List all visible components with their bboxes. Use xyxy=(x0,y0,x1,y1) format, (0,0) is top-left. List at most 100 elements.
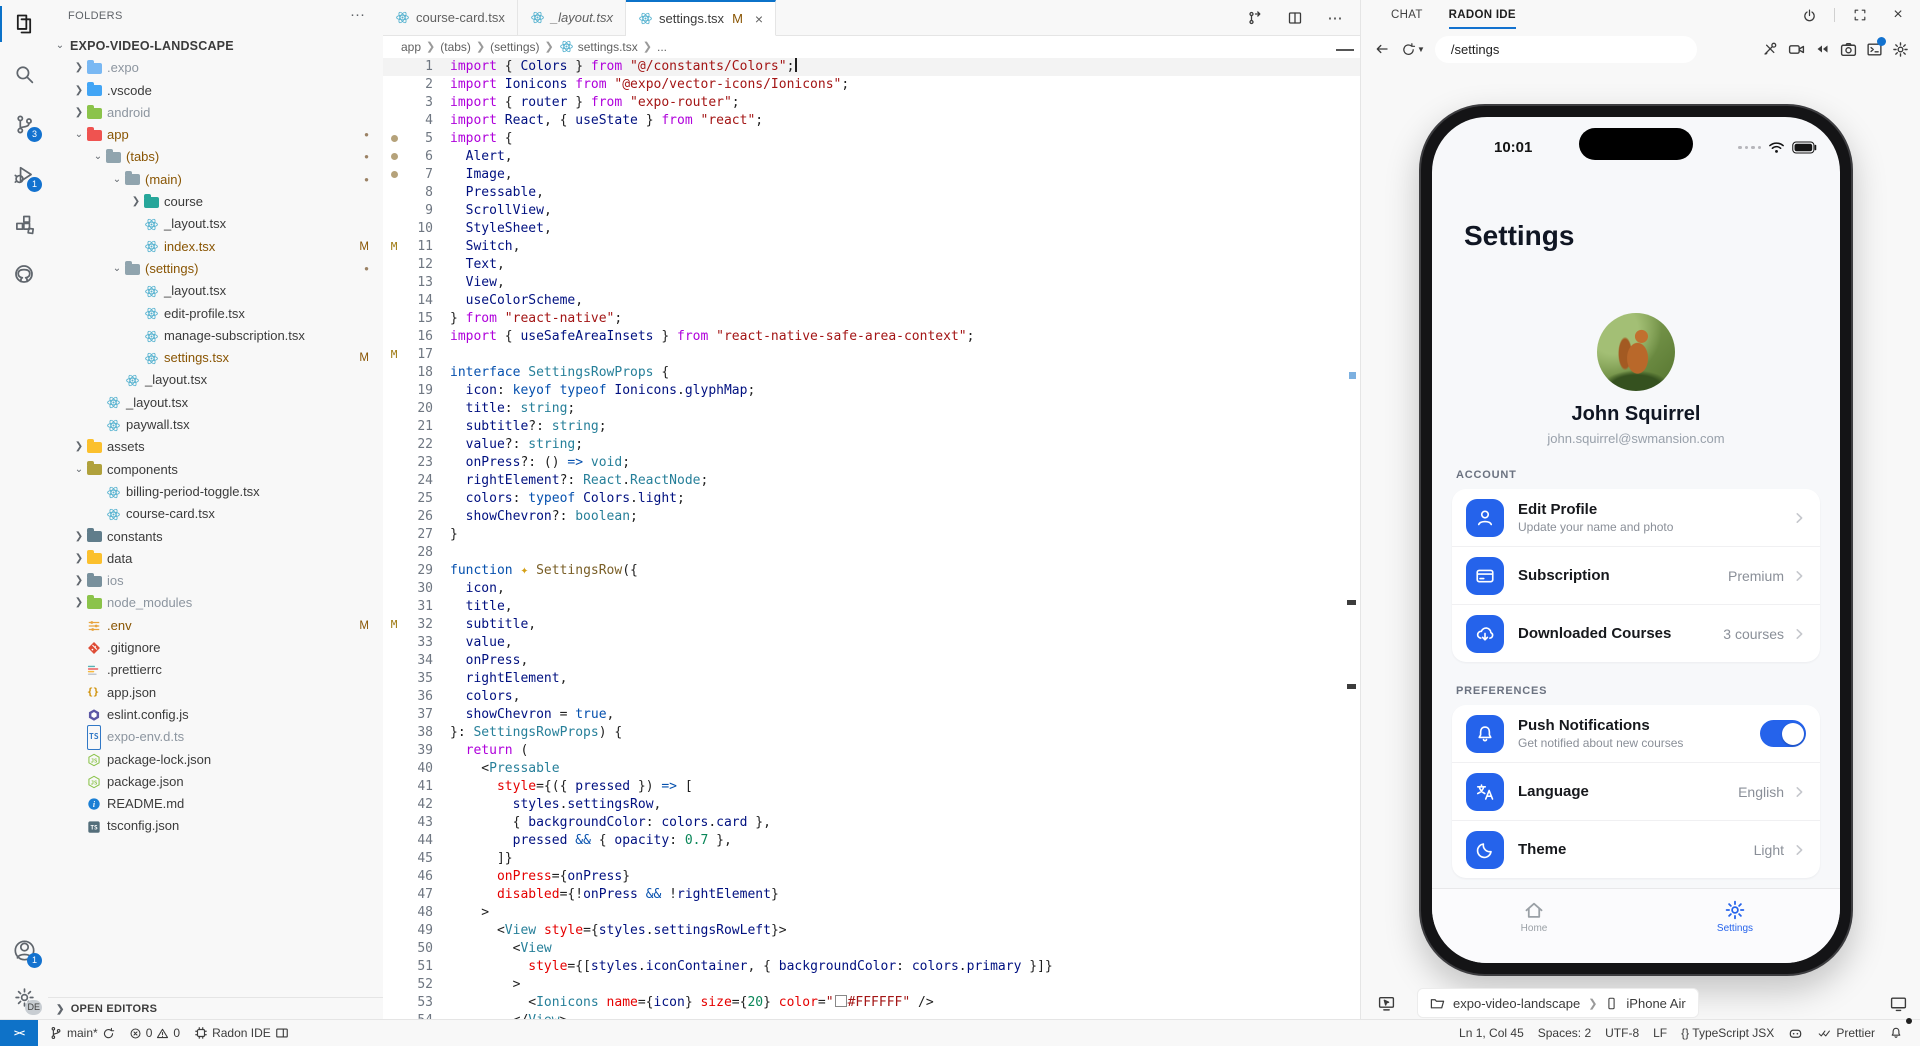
tree-item-manage-subscription-tsx[interactable]: manage-subscription.tsx xyxy=(48,325,383,347)
close-tab-icon[interactable]: × xyxy=(755,11,763,27)
tree-item-app-json[interactable]: {}app.json xyxy=(48,682,383,704)
scrollbar-thumb[interactable] xyxy=(1336,49,1354,51)
chevron-right-icon[interactable]: ❯ xyxy=(71,548,87,570)
phone-tab-settings[interactable]: Settings xyxy=(1690,899,1780,934)
breadcrumb-item-settings[interactable]: (settings) xyxy=(490,40,539,54)
settings-row-edit-profile[interactable]: Edit ProfileUpdate your name and photo xyxy=(1452,489,1820,546)
inspect-device-icon[interactable] xyxy=(1373,995,1399,1012)
activity-github-icon[interactable] xyxy=(0,250,48,298)
radon-ide-item[interactable]: Radon IDE xyxy=(187,1020,296,1046)
activity-extensions-icon[interactable] xyxy=(0,200,48,248)
breadcrumb[interactable]: app❯(tabs)❯(settings)❯settings.tsx❯... xyxy=(383,35,1360,58)
breadcrumb-item-[interactable]: ... xyxy=(657,40,667,54)
avatar[interactable] xyxy=(1597,313,1675,391)
replay-icon[interactable] xyxy=(1809,41,1835,57)
tree-item-settings[interactable]: ⌄(settings)● xyxy=(48,258,383,280)
reload-icon[interactable] xyxy=(1395,42,1421,57)
open-changes-icon[interactable] xyxy=(1242,10,1268,26)
formatter-item[interactable]: Prettier xyxy=(1810,1020,1882,1046)
panel-tab-chat[interactable]: CHAT xyxy=(1391,0,1423,30)
split-editor-icon[interactable] xyxy=(1282,10,1308,26)
tree-item-components[interactable]: ⌄components xyxy=(48,459,383,481)
tree-item-expo[interactable]: ❯.expo xyxy=(48,57,383,79)
more-actions-icon[interactable]: ⋯ xyxy=(1322,9,1348,27)
encoding[interactable]: UTF-8 xyxy=(1598,1020,1646,1046)
chevron-right-icon[interactable]: ❯ xyxy=(71,80,87,102)
notifications-bell-icon[interactable] xyxy=(1882,1020,1910,1046)
route-url-field[interactable]: /settings xyxy=(1435,36,1697,63)
settings-row-push-notifications[interactable]: Push NotificationsGet notified about new… xyxy=(1452,705,1820,762)
tree-item-tsconfig-json[interactable]: TStsconfig.json xyxy=(48,815,383,837)
chevron-down-icon[interactable]: ⌄ xyxy=(52,35,68,57)
activity-source-control-icon[interactable]: 3 xyxy=(0,100,48,148)
panel-tab-radon-ide[interactable]: RADON IDE xyxy=(1449,0,1516,30)
breadcrumb-item-tabs[interactable]: (tabs) xyxy=(440,40,471,54)
breadcrumb-item-app[interactable]: app xyxy=(401,40,421,54)
power-icon[interactable] xyxy=(1796,8,1822,23)
tree-item-index-tsx[interactable]: index.tsxM xyxy=(48,236,383,258)
tree-item-layout-tsx[interactable]: _layout.tsx xyxy=(48,213,383,235)
chevron-down-icon[interactable]: ⌄ xyxy=(109,169,125,191)
eol-sequence[interactable]: LF xyxy=(1646,1020,1674,1046)
tree-item-vscode[interactable]: ❯.vscode xyxy=(48,80,383,102)
tree-item-main[interactable]: ⌄(main)● xyxy=(48,169,383,191)
tree-item-data[interactable]: ❯data xyxy=(48,548,383,570)
close-panel-icon[interactable]: × xyxy=(1885,6,1911,24)
settings-row-language[interactable]: LanguageEnglish xyxy=(1452,762,1820,820)
tree-item-layout-tsx[interactable]: _layout.tsx xyxy=(48,280,383,302)
tree-item-node-modules[interactable]: ❯node_modules xyxy=(48,592,383,614)
tree-item-android[interactable]: ❯android xyxy=(48,102,383,124)
tab-settings-tsx[interactable]: settings.tsxM× xyxy=(626,0,776,36)
folders-more-icon[interactable]: ··· xyxy=(350,6,365,23)
tree-item-package-json[interactable]: JSpackage.json xyxy=(48,771,383,793)
tree-item-settings-tsx[interactable]: settings.tsxM xyxy=(48,347,383,369)
tree-item-assets[interactable]: ❯assets xyxy=(48,436,383,458)
tree-item-prettierrc[interactable]: .prettierrc xyxy=(48,659,383,681)
activity-settings-gear-icon[interactable]: DE xyxy=(0,973,48,1021)
settings-row-downloaded-courses[interactable]: Downloaded Courses3 courses xyxy=(1452,604,1820,662)
tree-item-ios[interactable]: ❯ios xyxy=(48,570,383,592)
device-frame-icon[interactable] xyxy=(1885,995,1911,1012)
tree-item-constants[interactable]: ❯constants xyxy=(48,526,383,548)
tree-item-tabs[interactable]: ⌄(tabs)● xyxy=(48,146,383,168)
debug-console-icon[interactable] xyxy=(1861,41,1887,58)
phone-tab-home[interactable]: Home xyxy=(1489,899,1579,934)
tab-course-card-tsx[interactable]: course-card.tsx xyxy=(383,0,518,35)
push-notifications-toggle[interactable] xyxy=(1760,720,1806,747)
tree-item-eslint-config-js[interactable]: eslint.config.js xyxy=(48,704,383,726)
remote-indicator[interactable]: >< xyxy=(0,1020,38,1046)
chevron-right-icon[interactable]: ❯ xyxy=(71,526,87,548)
open-editors-section[interactable]: ❯ OPEN EDITORS xyxy=(48,997,383,1020)
activity-account-icon[interactable]: 1 xyxy=(0,926,48,974)
tree-item-env[interactable]: .envM xyxy=(48,615,383,637)
chevron-down-icon[interactable]: ⌄ xyxy=(71,124,87,146)
simulator-settings-icon[interactable] xyxy=(1887,41,1913,58)
chevron-down-icon[interactable]: ⌄ xyxy=(71,459,87,481)
chevron-right-icon[interactable]: ❯ xyxy=(71,592,87,614)
settings-row-subscription[interactable]: SubscriptionPremium xyxy=(1452,546,1820,604)
tree-item-paywall-tsx[interactable]: paywall.tsx xyxy=(48,414,383,436)
chevron-right-icon[interactable]: ❯ xyxy=(71,102,87,124)
tab-layout-tsx[interactable]: _layout.tsx xyxy=(518,0,626,35)
chevron-down-icon[interactable]: ⌄ xyxy=(90,146,106,168)
tree-item-package-lock-json[interactable]: JSpackage-lock.json xyxy=(48,749,383,771)
cursor-position[interactable]: Ln 1, Col 45 xyxy=(1452,1020,1531,1046)
fullscreen-icon[interactable] xyxy=(1847,8,1873,22)
chevron-right-icon[interactable]: ❯ xyxy=(128,191,144,213)
phone-screen[interactable]: 10:01 Settings John Squirrel john.squirr… xyxy=(1432,117,1840,963)
chevron-right-icon[interactable]: ❯ xyxy=(71,570,87,592)
tree-item-layout-tsx[interactable]: _layout.tsx xyxy=(48,369,383,391)
chevron-right-icon[interactable]: ❯ xyxy=(71,57,87,79)
tree-item-layout-tsx[interactable]: _layout.tsx xyxy=(48,392,383,414)
tree-item-gitignore[interactable]: .gitignore xyxy=(48,637,383,659)
tree-item-expo-video-landscape[interactable]: ⌄EXPO-VIDEO-LANDSCAPE xyxy=(48,35,383,57)
device-selector[interactable]: expo-video-landscape ❯ iPhone Air xyxy=(1417,988,1699,1018)
copilot-icon[interactable] xyxy=(1781,1020,1810,1046)
record-screen-icon[interactable] xyxy=(1783,41,1809,58)
activity-search-icon[interactable] xyxy=(0,50,48,98)
tree-item-course-card-tsx[interactable]: course-card.tsx xyxy=(48,503,383,525)
indentation[interactable]: Spaces: 2 xyxy=(1531,1020,1598,1046)
git-branch-item[interactable]: main* xyxy=(42,1020,122,1046)
dev-tools-icon[interactable] xyxy=(1757,41,1783,57)
tree-item-course[interactable]: ❯course xyxy=(48,191,383,213)
